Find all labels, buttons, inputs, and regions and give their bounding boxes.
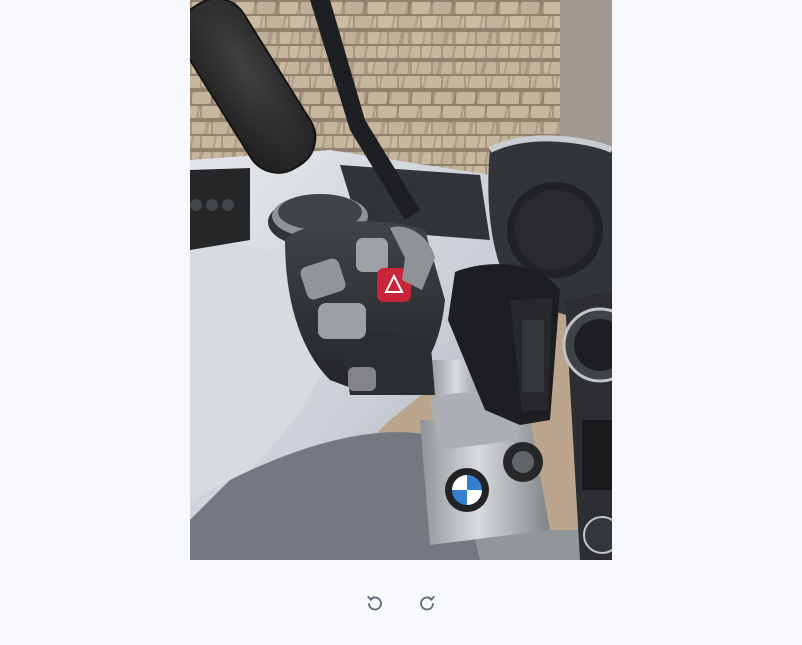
image-viewer: Rotate left Rotate right [0, 0, 802, 645]
motorcycle-photo [190, 0, 612, 560]
image-controls: Rotate left Rotate right [0, 586, 802, 620]
rotate-left-icon [367, 595, 382, 611]
rotate-right-button[interactable]: Rotate right [414, 586, 440, 620]
rotate-right-icon [420, 595, 435, 611]
rotate-left-button[interactable]: Rotate left [362, 586, 388, 620]
